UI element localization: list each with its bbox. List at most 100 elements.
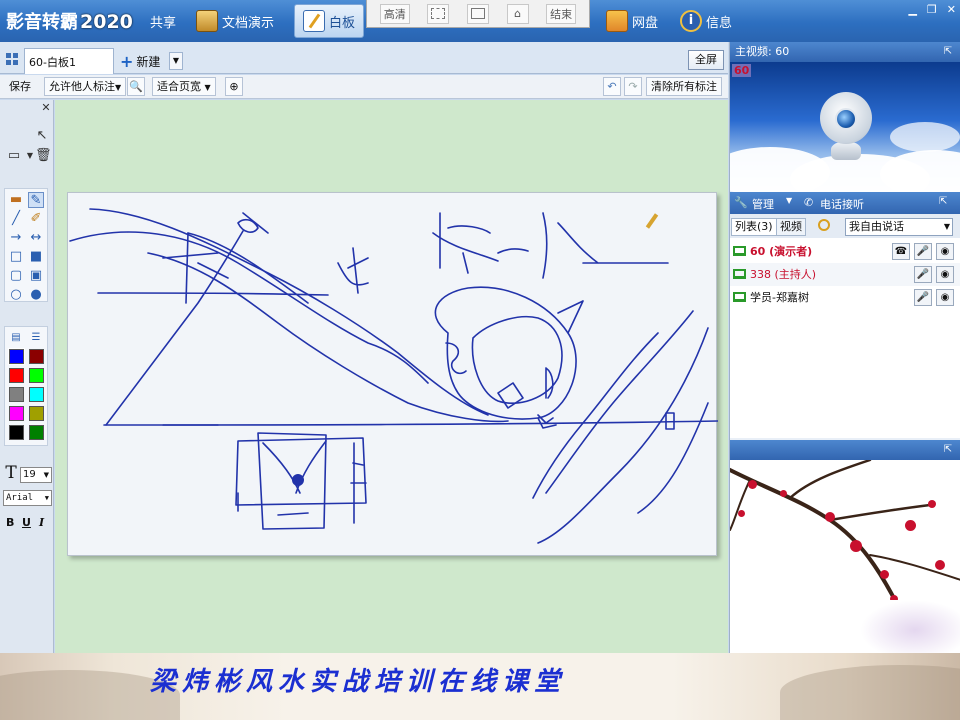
- participant-row[interactable]: 60 (演示者) ☎ 🎤 ◉: [730, 240, 960, 263]
- pin-icon[interactable]: ⇱: [939, 196, 947, 207]
- speak-mode-select[interactable]: 我自由说话: [845, 218, 953, 236]
- restore-icon[interactable]: ❐: [927, 3, 937, 16]
- fit-width-dropdown[interactable]: 适合页宽 ▼: [152, 77, 216, 96]
- pointer-icon[interactable]: ↖: [34, 128, 50, 144]
- blossom-shape: [935, 560, 945, 570]
- microphone-icon[interactable]: 🎤: [914, 266, 932, 283]
- color-swatch[interactable]: [9, 406, 24, 421]
- font-name-select[interactable]: Arial ▼: [3, 490, 52, 506]
- filled-circle-icon[interactable]: ●: [28, 287, 44, 303]
- color-swatch[interactable]: [29, 368, 44, 383]
- tab-whiteboard[interactable]: 60-白板1: [24, 48, 114, 74]
- highlighter-icon[interactable]: ▬: [8, 192, 24, 208]
- zoom-out-button[interactable]: 🔍: [127, 77, 145, 96]
- close-icon[interactable]: ✕: [947, 3, 956, 16]
- net-disk-button[interactable]: 网盘: [606, 8, 658, 34]
- top-toolbar: 影音转霸 2020 共享 文档演示 白板 网盘 i 信息 高清 ⌂ 结束 ▁ ❐ …: [0, 0, 960, 42]
- camera-icon[interactable]: ◉: [936, 289, 954, 306]
- floating-control-bar: 高清 ⌂ 结束: [366, 0, 590, 28]
- font-size-select[interactable]: 19 ▼: [20, 467, 52, 483]
- end-button[interactable]: 结束: [546, 3, 577, 24]
- ink-stroke: [545, 310, 694, 494]
- microphone-icon[interactable]: 🎤: [914, 243, 932, 260]
- color-swatch[interactable]: [29, 425, 44, 440]
- line-style-icon[interactable]: ▤: [8, 330, 24, 346]
- phone-icon[interactable]: ☎: [892, 243, 910, 260]
- whiteboard-canvas-area[interactable]: [55, 100, 728, 653]
- footer-banner: 梁炜彬风水实战培训在线课堂: [0, 653, 960, 720]
- circle-icon[interactable]: ○: [8, 287, 24, 303]
- line-width-icon[interactable]: ☰: [28, 330, 44, 346]
- manage-button[interactable]: 管理: [752, 196, 774, 212]
- second-video-header: ⇱: [730, 440, 960, 460]
- color-swatch[interactable]: [9, 387, 24, 402]
- chevron-down-icon: ▼: [44, 494, 49, 502]
- main-video-view[interactable]: 60: [730, 62, 960, 192]
- tab-dropdown[interactable]: ▼: [169, 52, 183, 70]
- second-video-view[interactable]: [730, 460, 960, 653]
- trash-icon[interactable]: 🗑: [35, 148, 52, 164]
- redo-button[interactable]: ↷: [624, 77, 642, 96]
- footer-banner-text: 梁炜彬风水实战培训在线课堂: [150, 667, 567, 697]
- camera-icon[interactable]: ◉: [936, 243, 954, 260]
- pin-icon[interactable]: ⇱: [939, 443, 957, 456]
- text-tool-icon[interactable]: T: [3, 465, 19, 482]
- underline-button[interactable]: U: [22, 516, 31, 529]
- color-swatch[interactable]: [9, 368, 24, 383]
- zoom-in-button[interactable]: ⊕: [225, 77, 243, 96]
- info-button[interactable]: i 信息: [680, 8, 732, 34]
- participant-row[interactable]: 学员-郑嘉树 🎤 ◉: [730, 286, 960, 309]
- blossom-shape: [825, 512, 835, 522]
- color-swatch[interactable]: [29, 349, 44, 364]
- chevron-down-icon[interactable]: ▼: [786, 196, 792, 205]
- color-swatch[interactable]: [9, 425, 24, 440]
- end-label: 结束: [550, 7, 573, 21]
- close-icon[interactable]: ✕: [38, 100, 54, 116]
- bold-button[interactable]: B: [6, 516, 14, 529]
- whiteboard-page[interactable]: [67, 192, 718, 556]
- screen-icon[interactable]: ▭: [6, 148, 22, 164]
- home-button[interactable]: ⌂: [506, 3, 529, 24]
- share-button[interactable]: 共享: [150, 8, 176, 34]
- webcam-stand: [831, 142, 861, 160]
- phone-answer-button[interactable]: 电话接听: [820, 196, 864, 212]
- participant-row[interactable]: 338 (主持人) 🎤 ◉: [730, 263, 960, 286]
- quality-button[interactable]: 高清: [379, 3, 410, 24]
- ink-stroke: [89, 208, 489, 416]
- fullscreen-button[interactable]: 全屏: [688, 50, 724, 70]
- color-swatch[interactable]: [29, 387, 44, 402]
- select-region-button[interactable]: [427, 3, 450, 24]
- clear-annotations-button[interactable]: 清除所有标注: [646, 77, 722, 96]
- color-swatch[interactable]: [8, 348, 25, 365]
- tab-participant-list[interactable]: 列表(3): [731, 218, 777, 236]
- undo-button[interactable]: ↶: [603, 77, 621, 96]
- ink-stroke: [537, 327, 709, 544]
- double-arrow-icon[interactable]: ↔: [28, 230, 44, 246]
- eraser-icon[interactable]: ✐: [28, 211, 44, 227]
- rectangle-icon[interactable]: □: [8, 249, 24, 265]
- ink-stroke: [637, 402, 709, 514]
- allow-annotation-dropdown[interactable]: 允许他人标注▼: [44, 77, 127, 96]
- arrow-icon[interactable]: →: [8, 230, 24, 246]
- redo-icon: ↷: [628, 80, 638, 93]
- filled-rectangle-icon[interactable]: ■: [28, 249, 44, 265]
- microphone-icon[interactable]: 🎤: [914, 289, 932, 306]
- participant-list: 60 (演示者) ☎ 🎤 ◉ 338 (主持人) 🎤 ◉ 学员-郑嘉树 🎤 ◉: [730, 238, 960, 438]
- search-icon[interactable]: [818, 219, 830, 231]
- camera-icon[interactable]: ◉: [936, 266, 954, 283]
- line-icon[interactable]: ╱: [8, 211, 24, 227]
- filled-rounded-rectangle-icon[interactable]: ▣: [28, 268, 44, 284]
- minimize-icon[interactable]: ▁: [908, 3, 916, 16]
- pen-icon[interactable]: ✎: [28, 192, 44, 208]
- document-present-button[interactable]: 文档演示: [196, 8, 274, 34]
- window-button[interactable]: [466, 3, 489, 24]
- tab-video[interactable]: 视频: [776, 218, 806, 236]
- rounded-rectangle-icon[interactable]: ▢: [8, 268, 24, 284]
- whiteboard-button[interactable]: 白板: [294, 4, 365, 38]
- italic-button[interactable]: I: [39, 516, 44, 529]
- grid-icon[interactable]: [6, 53, 18, 65]
- save-button[interactable]: 保存: [4, 77, 36, 96]
- color-swatch[interactable]: [29, 406, 44, 421]
- pin-icon[interactable]: ⇱: [939, 45, 957, 58]
- new-tab-button[interactable]: + 新建: [116, 50, 164, 72]
